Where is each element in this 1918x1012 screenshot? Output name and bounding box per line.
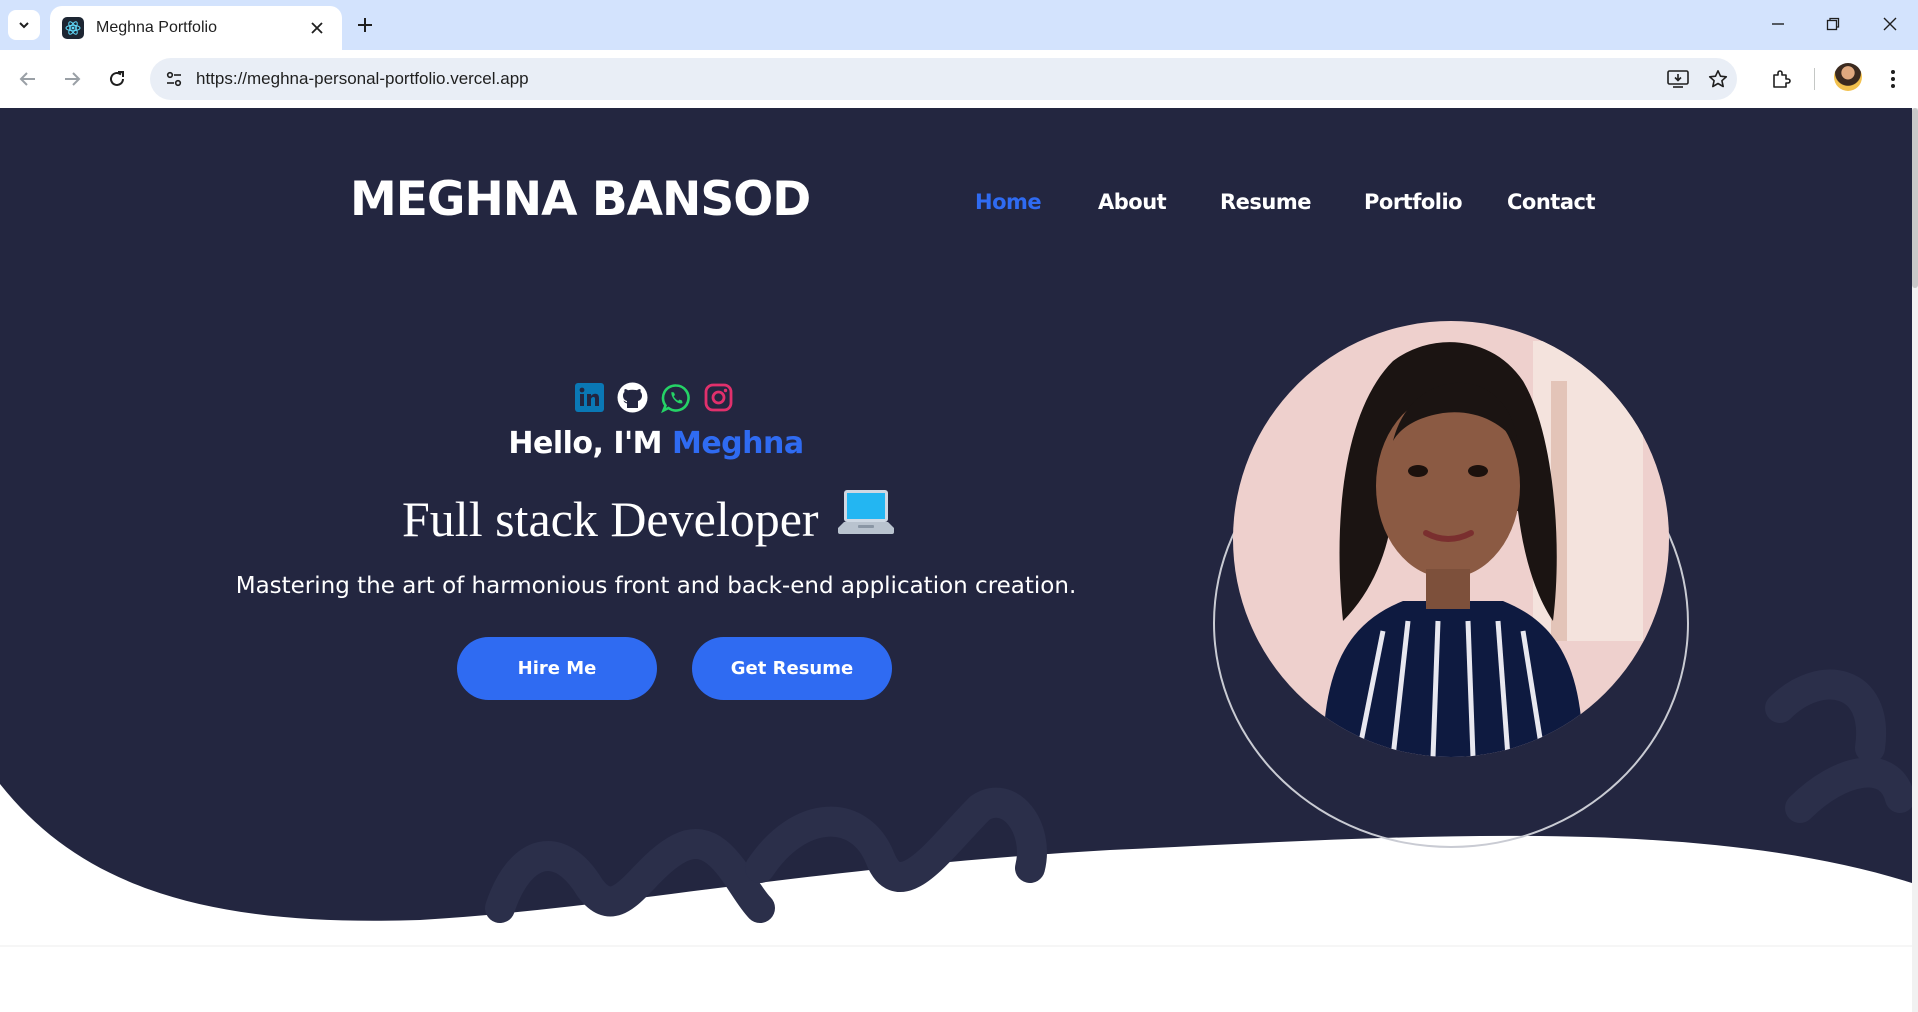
site-settings-icon[interactable]: [160, 65, 188, 93]
tab-strip: Meghna Portfolio: [0, 0, 1918, 50]
extensions-icon[interactable]: [1766, 64, 1796, 94]
toolbar-divider: [1814, 68, 1815, 90]
get-resume-button[interactable]: Get Resume: [692, 637, 892, 700]
linkedin-icon[interactable]: [574, 382, 605, 413]
bookmark-star-icon[interactable]: [1705, 66, 1731, 92]
greeting-name: Meghna: [671, 426, 804, 461]
nav-portfolio[interactable]: Portfolio: [1364, 190, 1463, 214]
nav-about[interactable]: About: [1098, 190, 1167, 214]
social-links: [574, 382, 734, 413]
new-tab-icon[interactable]: [352, 12, 378, 38]
back-arrow-icon[interactable]: [13, 64, 43, 94]
hero-greeting: Hello, I'M Meghna: [0, 426, 1312, 461]
profile-avatar[interactable]: [1834, 63, 1862, 91]
browser-tab[interactable]: Meghna Portfolio: [50, 6, 342, 50]
hero-tagline: Mastering the art of harmonious front an…: [235, 573, 1077, 599]
profile-photo: [1233, 321, 1669, 757]
address-bar[interactable]: https://meghna-personal-portfolio.vercel…: [150, 58, 1737, 100]
hire-me-button[interactable]: Hire Me: [457, 637, 657, 700]
close-window-icon[interactable]: [1864, 8, 1916, 40]
tab-search-button[interactable]: [8, 10, 40, 40]
reload-icon[interactable]: [102, 64, 132, 94]
page-scrollbar[interactable]: [1912, 108, 1918, 1012]
whatsapp-icon[interactable]: [660, 382, 691, 413]
react-favicon-icon: [62, 17, 84, 39]
nav-contact[interactable]: Contact: [1507, 190, 1596, 214]
install-app-icon[interactable]: [1665, 66, 1691, 92]
scrollbar-thumb[interactable]: [1912, 108, 1918, 288]
site-brand[interactable]: MEGHNA BANSOD: [350, 172, 811, 227]
nav-home[interactable]: Home: [975, 190, 1042, 214]
url-text[interactable]: https://meghna-personal-portfolio.vercel…: [196, 69, 529, 89]
chevron-down-icon: [19, 22, 29, 29]
laptop-icon: [838, 490, 894, 534]
forward-arrow-icon[interactable]: [57, 64, 87, 94]
page-viewport: MEGHNA BANSOD Home About Resume Portfoli…: [0, 108, 1918, 1012]
github-icon[interactable]: [617, 382, 648, 413]
restore-icon[interactable]: [1807, 8, 1859, 40]
close-tab-icon[interactable]: [306, 17, 328, 39]
minimize-icon[interactable]: [1752, 8, 1804, 40]
instagram-icon[interactable]: [703, 382, 734, 413]
tab-title: Meghna Portfolio: [96, 19, 217, 36]
greeting-text: Hello, I'M: [508, 426, 663, 461]
nav-resume[interactable]: Resume: [1220, 190, 1312, 214]
browser-toolbar: https://meghna-personal-portfolio.vercel…: [0, 50, 1918, 108]
hero-role: Full stack Developer: [402, 491, 819, 547]
more-menu-icon[interactable]: [1878, 64, 1908, 94]
